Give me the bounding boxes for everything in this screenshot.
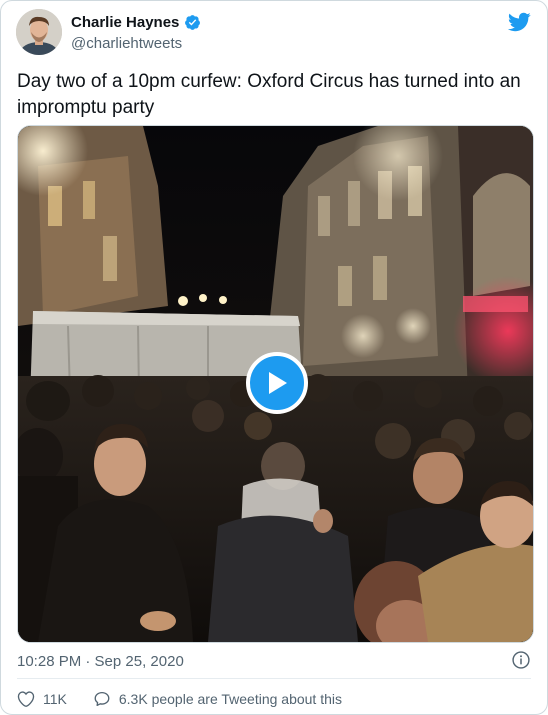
video-player[interactable] <box>17 125 534 643</box>
play-button[interactable] <box>246 352 308 414</box>
twitter-bird-icon[interactable] <box>507 10 531 34</box>
verified-badge-icon <box>185 15 201 30</box>
play-icon <box>269 372 287 394</box>
conversation-action[interactable]: 6.3K people are Tweeting about this <box>93 690 342 708</box>
like-action[interactable]: 11K <box>17 690 67 708</box>
tweet-actions: 11K 6.3K people are Tweeting about this <box>17 690 342 708</box>
conversation-text: 6.3K people are Tweeting about this <box>118 691 342 707</box>
like-count: 11K <box>43 691 67 707</box>
tweet-embed-card: Charlie Haynes @charliehtweets Day two o… <box>0 0 548 715</box>
author-display-name[interactable]: Charlie Haynes <box>71 14 179 31</box>
author-handle[interactable]: @charliehtweets <box>71 35 182 52</box>
tweet-text: Day two of a 10pm curfew: Oxford Circus … <box>17 71 521 118</box>
tweet-timestamp[interactable]: 10:28 PM · Sep 25, 2020 <box>17 653 184 670</box>
info-icon[interactable] <box>511 650 531 670</box>
speech-bubble-icon <box>94 691 110 707</box>
heart-icon <box>17 691 35 707</box>
author-name-row[interactable]: Charlie Haynes <box>71 14 201 31</box>
divider <box>17 678 531 679</box>
avatar[interactable] <box>16 9 62 55</box>
